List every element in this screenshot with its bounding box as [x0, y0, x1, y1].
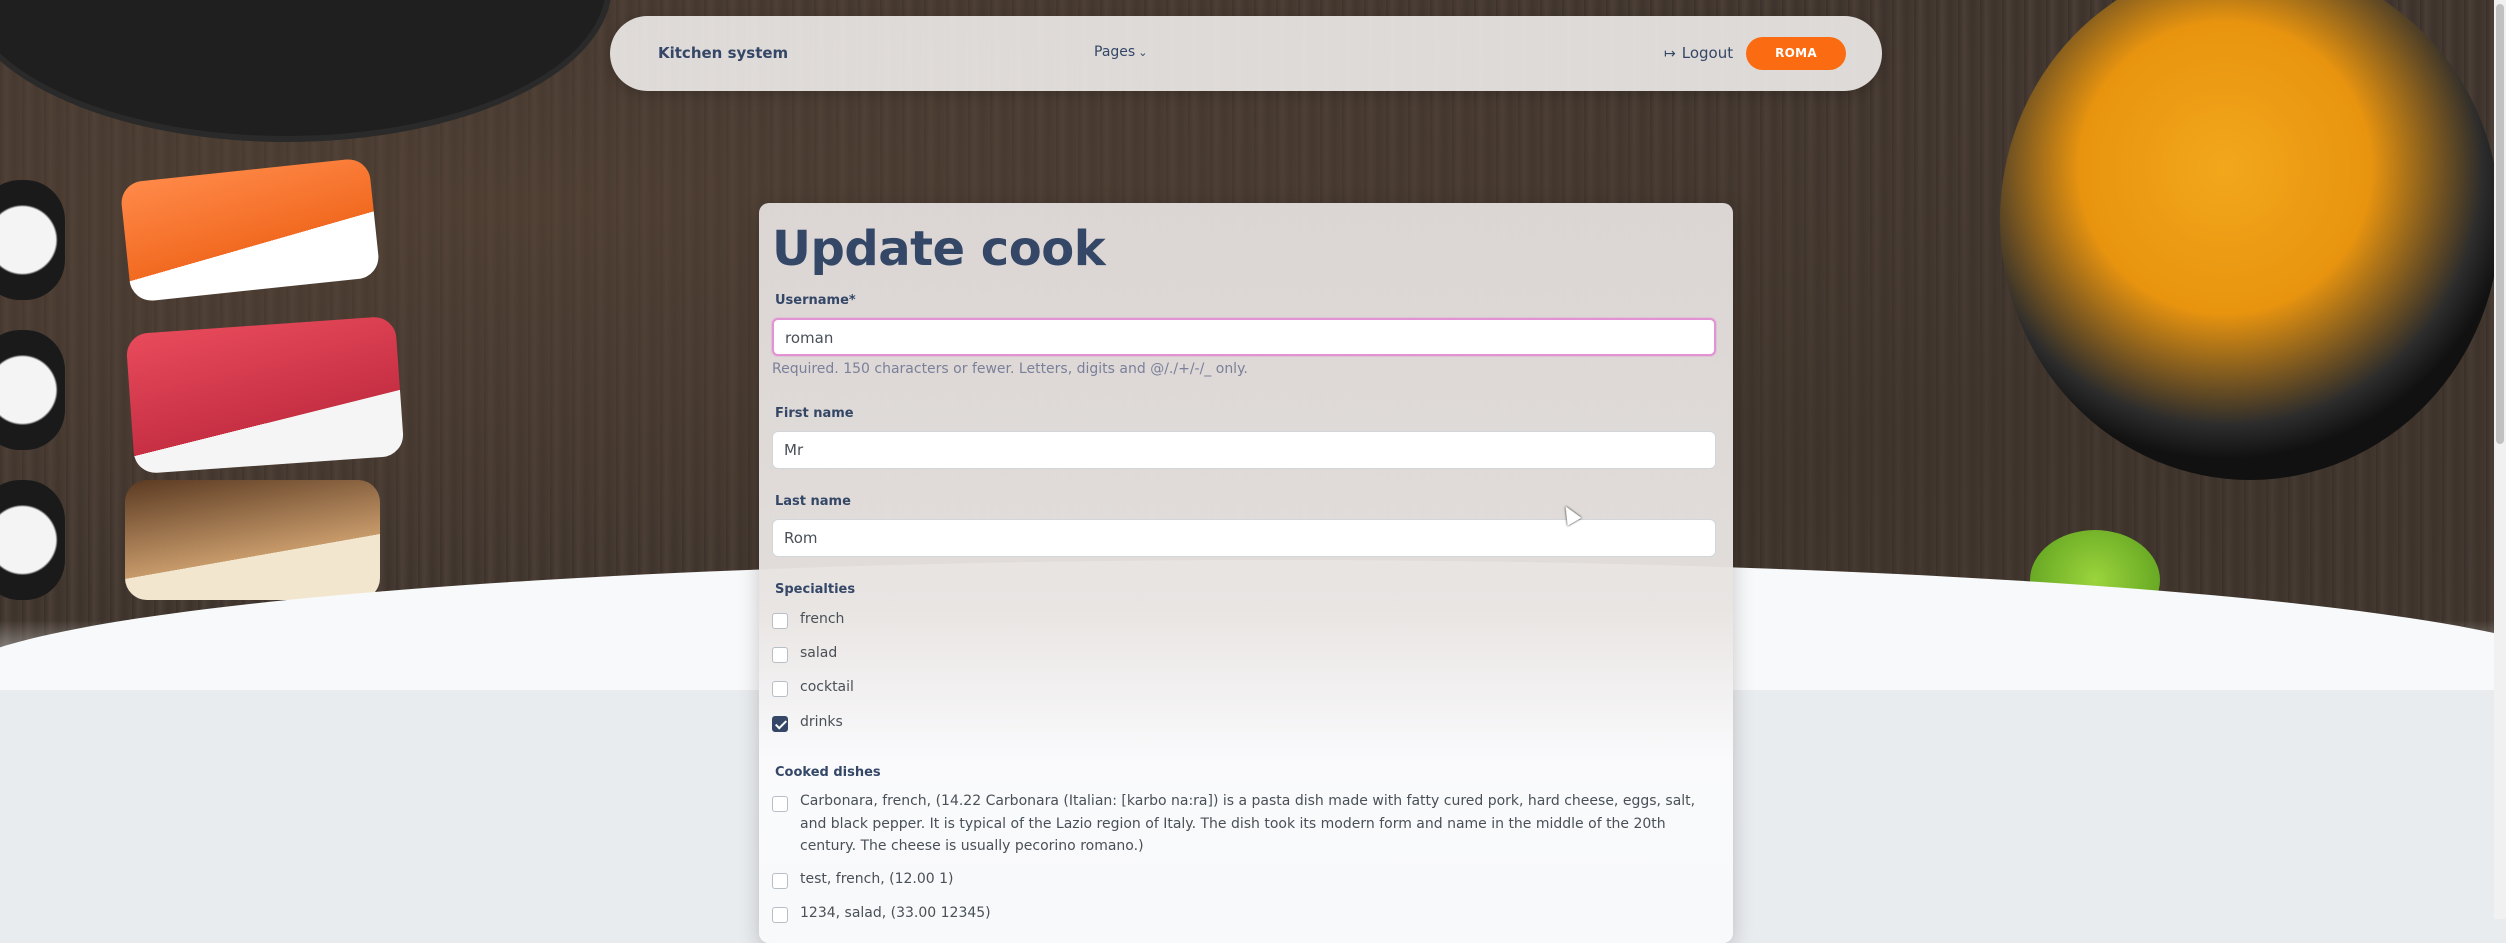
brand-link[interactable]: Kitchen system [658, 44, 788, 62]
cooked-dishes-label: Cooked dishes [775, 765, 881, 780]
checkbox[interactable] [772, 681, 788, 697]
page-scrollbar[interactable] [2494, 0, 2506, 919]
specialties-label: Specialties [775, 582, 856, 597]
maki-roll-image [0, 330, 65, 450]
maki-roll-image [0, 480, 65, 600]
checkbox[interactable] [772, 796, 788, 812]
logout-link[interactable]: ↦ Logout [1664, 44, 1733, 62]
maki-roll-image [0, 180, 65, 300]
eel-nigiri-image [125, 480, 380, 600]
first-name-field[interactable]: Mr [772, 431, 1716, 469]
checkbox-label: salad [800, 645, 838, 661]
checkbox-label: french [800, 611, 845, 627]
checkbox-label: Carbonara, french, (14.22 Carbonara (Ita… [800, 793, 1696, 854]
checkbox[interactable] [772, 873, 788, 889]
checkbox-label: cocktail [800, 679, 854, 695]
checkbox-checked[interactable] [772, 716, 788, 732]
chevron-down-icon: ⌄ [1138, 46, 1148, 59]
username-field[interactable]: roman [772, 318, 1716, 356]
sushi-plate-image [0, 0, 612, 142]
miso-soup-bowl-image [2000, 0, 2494, 480]
pages-dropdown-label: Pages [1094, 44, 1136, 60]
scrollbar-thumb[interactable] [2496, 4, 2504, 444]
salmon-nigiri-image [119, 157, 381, 303]
page-title: Update cook [772, 221, 1106, 277]
pages-dropdown[interactable]: Pages ⌄ [1094, 44, 1147, 60]
checkbox-label: test, french, (12.00 1) [800, 871, 954, 887]
user-button[interactable]: ROMA [1746, 37, 1846, 70]
checkbox[interactable] [772, 613, 788, 629]
checkbox[interactable] [772, 647, 788, 663]
logout-icon: ↦ [1664, 46, 1676, 62]
logout-label: Logout [1681, 44, 1734, 62]
last-name-label: Last name [775, 494, 851, 509]
username-help-text: Required. 150 characters or fewer. Lette… [772, 361, 1248, 377]
last-name-field[interactable]: Rom [772, 519, 1716, 557]
first-name-label: First name [775, 406, 854, 421]
checkbox[interactable] [772, 907, 788, 923]
username-label: Username* [775, 293, 856, 308]
checkbox-label: drinks [800, 714, 843, 730]
tuna-nigiri-image [125, 315, 405, 475]
top-navbar: Kitchen system Pages ⌄ ↦ Logout ROMA [610, 16, 1882, 91]
update-cook-form-card: Update cook Username* roman Required. 15… [759, 203, 1733, 943]
